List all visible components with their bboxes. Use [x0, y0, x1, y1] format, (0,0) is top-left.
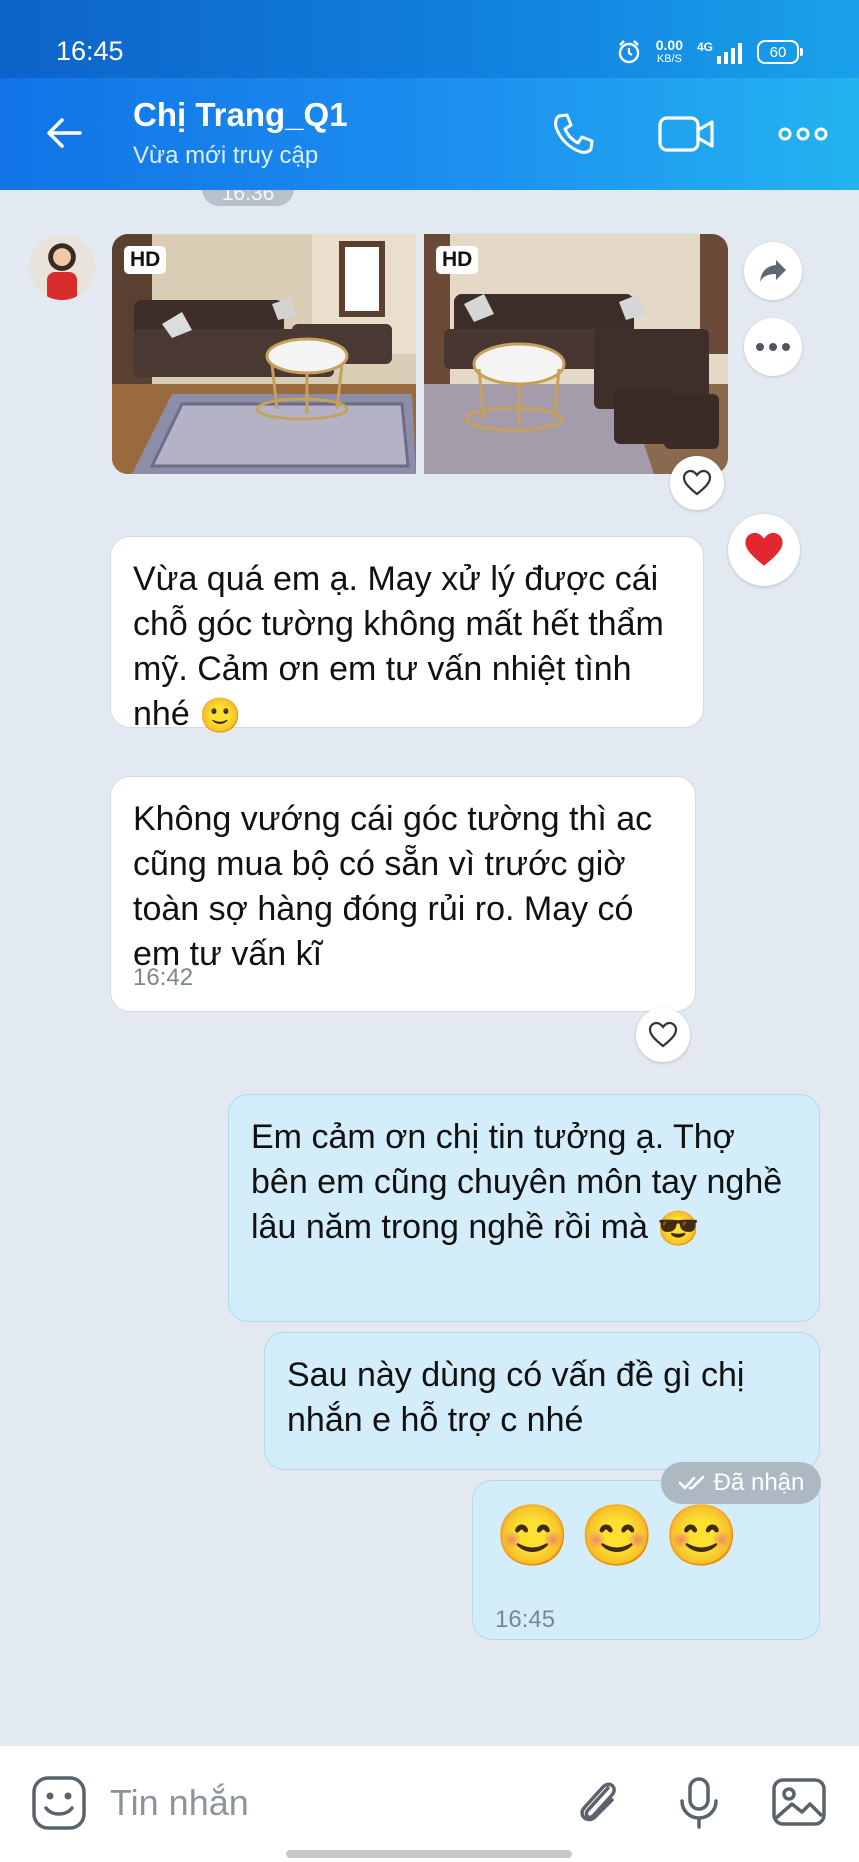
signal-group: 4G [697, 40, 743, 64]
network-type: 4G [696, 40, 713, 54]
hd-badge: HD [436, 246, 479, 274]
video-call-icon[interactable] [656, 106, 718, 162]
status-icons: 0.00 KB/S 4G 60 [616, 38, 803, 66]
microphone-icon[interactable] [670, 1774, 728, 1832]
message-text: Không vướng cái góc tường thì ac cũng mu… [133, 800, 653, 973]
message-composer: Tin nhắn [0, 1745, 859, 1862]
contact-status: Vừa mới truy cập [133, 142, 319, 169]
ellipsis-icon [756, 343, 790, 351]
home-indicator [286, 1850, 572, 1858]
signal-icon [717, 43, 742, 64]
previous-time-label: 16:36 [202, 190, 294, 206]
alarm-icon [618, 40, 639, 64]
emoji-row: 😊😊😊 [495, 1502, 750, 1569]
attachment-icon[interactable] [570, 1774, 628, 1832]
battery-icon: 60 [757, 40, 803, 64]
image-gallery-icon[interactable] [770, 1774, 828, 1832]
photo-message-1[interactable]: HD [112, 234, 416, 474]
double-check-icon [678, 1475, 704, 1490]
smile-emoji: 🙂 [199, 696, 242, 735]
message-text: Em cảm ơn chị tin tưởng ạ. Thợ bên em cũ… [251, 1118, 783, 1246]
status-bar: 16:45 0.00 KB/S 4G 60 [0, 0, 859, 78]
incoming-message-1[interactable]: Vừa quá em ạ. May xử lý được cái chỗ góc… [110, 536, 704, 735]
message-time: 16:42 [133, 964, 194, 991]
status-time: 16:45 [56, 36, 124, 66]
photo-message-2[interactable]: HD [424, 234, 728, 474]
message-input[interactable]: Tin nhắn [110, 1782, 249, 1824]
contact-avatar[interactable] [29, 234, 95, 300]
battery-level: 60 [769, 43, 787, 61]
outgoing-message-2[interactable]: Sau này dùng có vấn đề gì chị nhắn e hỗ … [264, 1332, 820, 1470]
heart-filled-icon [745, 532, 783, 566]
more-actions-button[interactable] [744, 318, 802, 376]
forward-button[interactable] [744, 242, 802, 300]
heart-reaction[interactable] [728, 514, 800, 586]
heart-outline-icon [682, 469, 712, 496]
more-options-icon[interactable] [775, 106, 831, 162]
like-reaction-button[interactable] [670, 456, 724, 510]
net-speed: 0.00 KB/S [656, 38, 683, 66]
outgoing-message-3[interactable]: 😊😊😊 16:45 [472, 1480, 820, 1640]
heart-outline-icon [648, 1021, 678, 1048]
share-arrow-icon [760, 260, 786, 282]
phone-call-icon[interactable] [545, 106, 601, 162]
chat-area[interactable]: 16:36 HD HD Vừa quá em ạ. May xử lý được… [0, 190, 859, 1745]
message-text: Sau này dùng có vấn đề gì chị nhắn e hỗ … [287, 1356, 745, 1439]
outgoing-message-1[interactable]: Em cảm ơn chị tin tưởng ạ. Thợ bên em cũ… [228, 1094, 820, 1322]
net-speed-value: 0.00 [655, 37, 683, 53]
message-time: 16:45 [495, 1606, 556, 1633]
incoming-message-2[interactable]: Không vướng cái góc tường thì ac cũng mu… [110, 776, 696, 1012]
hd-badge: HD [124, 246, 167, 274]
sunglasses-emoji: 😎 [657, 1209, 700, 1248]
delivered-label: Đã nhận [713, 1469, 805, 1496]
delivered-status: Đã nhận [661, 1462, 821, 1504]
back-arrow-icon[interactable] [40, 108, 90, 158]
net-speed-unit: KB/S [656, 53, 682, 65]
contact-name[interactable]: Chị Trang_Q1 [133, 96, 348, 134]
like-reaction-button[interactable] [636, 1008, 690, 1062]
chat-header: Chị Trang_Q1 Vừa mới truy cập [0, 78, 859, 190]
sticker-emoji-icon[interactable] [30, 1774, 88, 1832]
